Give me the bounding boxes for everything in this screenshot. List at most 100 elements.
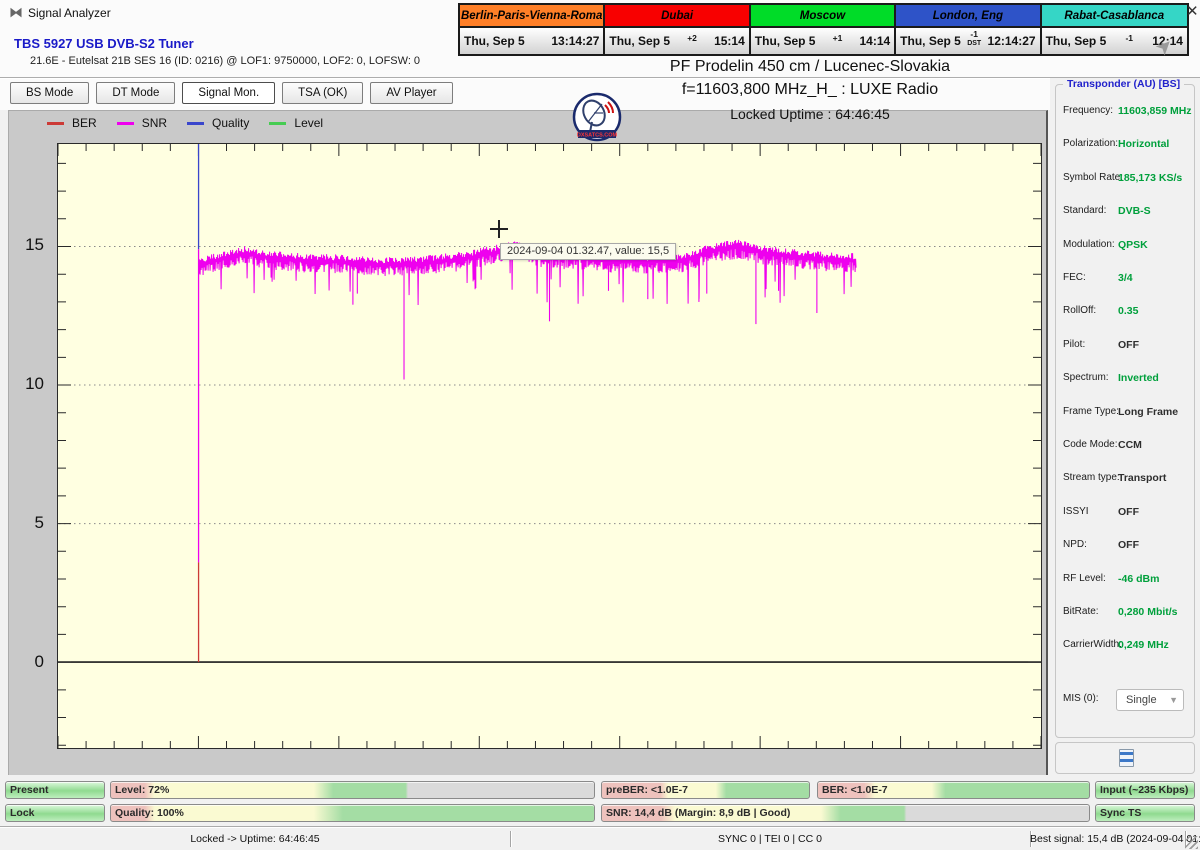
transponder-row-label: Stream type: [1063,472,1120,484]
list-icon[interactable] [1119,749,1134,767]
transponder-row-value: 0,280 Mbit/s [1118,606,1178,618]
mis-dropdown[interactable]: Single ▼ [1116,689,1184,711]
status-bar: Locked -> Uptime: 64:46:45 SYNC 0 | TEI … [0,826,1200,850]
logo-text: DXSATCS.COM [577,133,618,139]
transponder-row-label: Pilot: [1063,338,1086,350]
legend-item-ber: BER [47,116,97,130]
uptime-header: Locked Uptime : 64:46:45 [730,106,890,122]
clock-column: Berlin-Paris-Vienna-Roma Thu, Sep 5 13:1… [460,5,606,54]
transponder-row-value: 0,249 MHz [1118,639,1169,652]
quality-bar: Quality: 100% [110,804,595,822]
signal-analyzer-window: ⧓ Signal Analyzer Berlin-Paris-Vienna-Ro… [0,0,1200,850]
transponder-row: Spectrum: Inverted [1063,372,1187,386]
transponder-row-value: Long Frame [1118,405,1179,418]
clock-time-value: 13:14:27 [551,34,600,48]
clock-column: London, Eng Thu, Sep 5 -1 DST 12:14:27 [896,5,1042,54]
clock-day: Thu, Sep 5 [900,34,961,48]
clock-time-value: 12:14:27 [987,34,1036,48]
transponder-row: Pilot: OFF [1063,339,1187,353]
transponder-row-label: Code Mode: [1063,439,1118,450]
transponder-row-value: 185,173 KS/s [1118,171,1183,184]
transponder-row-value: DVB-S [1118,205,1151,218]
mis-selected-value: Single [1126,694,1157,706]
transponder-row-label: RollOff: [1063,305,1097,317]
transponder-row-value: Transport [1118,472,1167,485]
frequency-header: f=11603,800 MHz_H_ : LUXE Radio [681,81,939,98]
status-sync-counters: SYNC 0 | TEI 0 | CC 0 [718,833,822,845]
present-indicator: Present [5,781,105,799]
close-icon[interactable]: ✕ [1186,4,1199,19]
clock-day: Thu, Sep 5 [754,34,816,48]
clock-time: Thu, Sep 5 13:14:27 [460,28,604,54]
transponder-row: FEC: 3/4 [1063,272,1187,286]
transponder-row-value: OFF [1118,338,1139,351]
transponder-groupbox: Transponder (AU) [BS] Frequency: 11603,85… [1055,78,1195,738]
clock-city-label: Rabat-Casablanca [1041,5,1187,28]
status-locked-uptime: Locked -> Uptime: 64:46:45 [190,833,320,845]
transponder-row: Stream type: Transport [1063,472,1187,486]
transponder-row: BitRate: 0,280 Mbit/s [1063,606,1187,620]
y-axis-label-10: 10 [25,374,44,393]
lock-indicator: Lock [5,804,105,822]
transponder-row: CarrierWidth: 0,249 MHz [1063,639,1187,653]
mode-tabs: BS Mode DT Mode Signal Mon. TSA (OK) AV … [10,82,453,104]
transponder-row-label: Standard: [1063,205,1107,217]
clock-day: Thu, Sep 5 [609,34,671,48]
tab-dt-mode[interactable]: DT Mode [96,82,176,104]
transponder-row-label: Modulation: [1063,238,1115,250]
y-axis-label-5: 5 [34,513,44,532]
snr-line-swatch [116,121,134,125]
world-clocks: Berlin-Paris-Vienna-Roma Thu, Sep 5 13:1… [458,3,1189,56]
clock-day: Thu, Sep 5 [464,34,525,48]
clock-time: Thu, Sep 5 +1 14:14 [750,28,895,54]
clock-time-value: 14:14 [859,34,891,48]
tab-bs-mode[interactable]: BS Mode [10,82,90,104]
transponder-row-value: -46 dBm [1118,572,1160,585]
transponder-row: RF Level: -46 dBm [1063,573,1187,587]
transponder-row: ISSYI OFF [1063,506,1187,520]
dxsatcs-logo: DXSATCS.COM [572,92,622,142]
y-axis-label-15: 15 [25,235,44,254]
transponder-row: Frame Type: Long Frame [1063,406,1187,420]
app-icon: ⧓ [9,4,23,20]
transponder-row-value: CCM [1118,439,1142,451]
sync-ts-indicator: Sync TS [1095,804,1195,822]
transponder-row: Symbol Rate: 185,173 KS/s [1063,172,1187,186]
transponder-row-value: 11603,859 MHz [1118,105,1192,117]
sidebar: Transponder (AU) [BS] Frequency: 11603,85… [1050,78,1200,850]
transponder-row: Polarization: Horizontal [1063,138,1187,152]
chevron-down-icon: ▼ [1169,695,1178,705]
transponder-row-label: RF Level: [1063,572,1106,584]
transponder-row-label: FEC: [1063,272,1086,283]
legend-label: Level [294,116,324,130]
transponder-row: Standard: DVB-S [1063,205,1187,219]
tab-signal-mon[interactable]: Signal Mon. [182,82,276,104]
transponder-row-label: Frame Type: [1063,405,1119,417]
legend-label: BER [72,116,97,130]
clock-utc-offset: -1 DST [967,29,982,47]
input-indicator: Input (~235 Kbps) [1095,781,1195,799]
tab-av-player[interactable]: AV Player [370,82,453,104]
divider [0,77,1200,78]
level-line-swatch [269,121,287,125]
legend-item-snr: SNR [116,116,167,130]
transponder-row-label: Polarization: [1063,138,1119,150]
clock-column: Dubai Thu, Sep 5 +2 15:14 [605,5,751,54]
chart-legend: BER SNR Quality Level [47,116,343,130]
transponder-row-value: OFF [1118,505,1139,518]
transponder-row-value: 3/4 [1118,272,1133,284]
resize-grip[interactable] [1185,836,1198,849]
ber-bar: BER: <1.0E-7 [817,781,1090,799]
tuner-details: 21.6E - Eutelsat 21B SES 16 (ID: 0216) @… [30,55,421,67]
transponder-row: Code Mode: CCM [1063,439,1187,453]
legend-label: Quality [212,116,250,130]
clock-time: Thu, Sep 5 -1 DST 12:14:27 [896,28,1040,54]
transponder-row-label: BitRate: [1063,606,1099,617]
transponder-row-value: Horizontal [1118,138,1170,151]
tab-tsa[interactable]: TSA (OK) [282,82,364,104]
clock-time-value: 15:14 [714,34,745,48]
transponder-row: Modulation: QPSK [1063,239,1187,253]
secondary-groupbox [1055,742,1195,774]
clock-city-label: Berlin-Paris-Vienna-Roma [460,5,604,28]
signal-plot-canvas[interactable] [57,143,1042,749]
